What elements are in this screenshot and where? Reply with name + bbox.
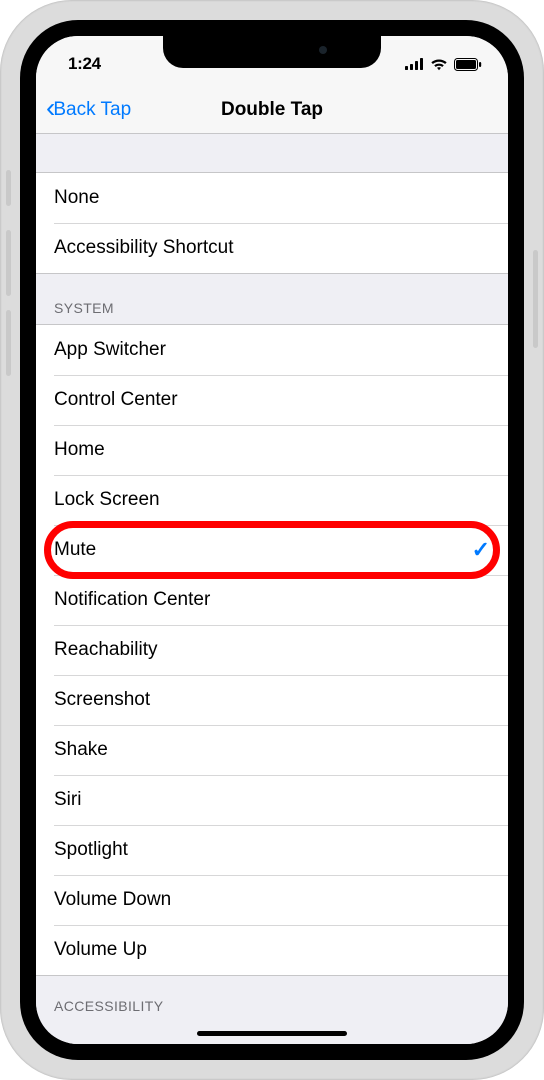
option-row-volume-down[interactable]: Volume Down xyxy=(36,875,508,925)
option-label: Siri xyxy=(54,789,81,811)
home-indicator[interactable] xyxy=(197,1031,347,1036)
section-header-accessibility: ACCESSIBILITY xyxy=(36,976,508,1016)
option-row-volume-up[interactable]: Volume Up xyxy=(36,925,508,975)
option-row-siri[interactable]: Siri xyxy=(36,775,508,825)
option-label: Mute xyxy=(54,539,96,561)
option-label: Accessibility Shortcut xyxy=(54,237,234,259)
option-label: Volume Up xyxy=(54,939,147,961)
option-row-lock-screen[interactable]: Lock Screen xyxy=(36,475,508,525)
screen: 1:24 xyxy=(36,36,508,1044)
section-header-system: SYSTEM xyxy=(36,274,508,324)
back-button[interactable]: ‹ Back Tap xyxy=(42,91,135,128)
content-area[interactable]: NoneAccessibility ShortcutSYSTEMApp Swit… xyxy=(36,134,508,1044)
option-label: Control Center xyxy=(54,389,178,411)
status-time: 1:24 xyxy=(68,48,101,74)
notch xyxy=(163,36,381,68)
option-label: None xyxy=(54,187,99,209)
option-row-app-switcher[interactable]: App Switcher xyxy=(36,325,508,375)
back-label: Back Tap xyxy=(53,99,131,121)
option-label: Screenshot xyxy=(54,689,150,711)
side-button-silence xyxy=(6,170,11,206)
wifi-icon xyxy=(430,58,448,71)
camera-dot xyxy=(319,46,327,54)
option-row-notification-center[interactable]: Notification Center xyxy=(36,575,508,625)
option-label: Notification Center xyxy=(54,589,210,611)
option-row-screenshot[interactable]: Screenshot xyxy=(36,675,508,725)
status-indicators xyxy=(405,52,482,71)
side-button-volume-up xyxy=(6,230,11,296)
top-list: None Accessibility Shortcut xyxy=(36,172,508,274)
option-label: App Switcher xyxy=(54,339,166,361)
option-row-accessibility-shortcut[interactable]: Accessibility Shortcut xyxy=(36,223,508,273)
option-label: Home xyxy=(54,439,105,461)
battery-icon xyxy=(454,58,482,71)
option-row-control-center[interactable]: Control Center xyxy=(36,375,508,425)
option-row-mute[interactable]: Mute ✓ xyxy=(36,525,508,575)
side-button-power xyxy=(533,250,538,348)
option-row-shake[interactable]: Shake xyxy=(36,725,508,775)
device-frame: 1:24 xyxy=(0,0,544,1080)
option-label: Spotlight xyxy=(54,839,128,861)
option-label: Shake xyxy=(54,739,108,761)
checkmark-icon: ✓ xyxy=(472,537,490,563)
side-button-volume-down xyxy=(6,310,11,376)
nav-bar: ‹ Back Tap Double Tap xyxy=(36,86,508,134)
option-label: Volume Down xyxy=(54,889,171,911)
option-row-none[interactable]: None xyxy=(36,173,508,223)
option-row-reachability[interactable]: Reachability xyxy=(36,625,508,675)
option-row-home[interactable]: Home xyxy=(36,425,508,475)
bezel: 1:24 xyxy=(20,20,524,1060)
option-row-spotlight[interactable]: Spotlight xyxy=(36,825,508,875)
cellular-icon xyxy=(405,58,424,70)
system-list: App Switcher Control Center Home Lock Scree… xyxy=(36,324,508,976)
option-label: Reachability xyxy=(54,639,158,661)
option-label: Lock Screen xyxy=(54,489,160,511)
